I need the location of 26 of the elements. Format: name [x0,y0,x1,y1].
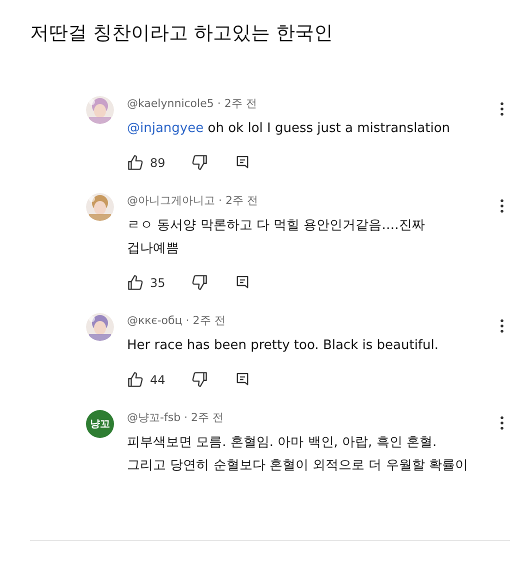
thumbs-up-icon [127,371,144,388]
more-options-icon[interactable] [500,416,504,430]
more-options-icon[interactable] [500,199,504,213]
thumbs-down-icon[interactable] [191,154,208,171]
comment-text: Her race has been pretty too. Black is beautiful. [127,337,440,355]
like-button[interactable]: 44 [127,371,166,388]
like-button[interactable]: 35 [127,274,166,291]
like-button[interactable]: 89 [127,154,166,171]
more-options-icon[interactable] [500,102,504,116]
comment-text: ㄹㅇ 동서양 막론하고 다 먹힐 용안인거같음….진짜 [127,217,426,235]
mention-link[interactable]: @injangyee [127,121,204,136]
comment-text: 그리고 당연히 순혈보다 혼혈이 외적으로 더 우월할 확률이 [127,457,469,475]
comment-author: @kaelynnicole5 · 2주 전 [127,96,258,111]
comment-text: @injangyee oh ok lol I guess just a mistranslation [127,120,452,138]
thumbs-up-icon [127,154,144,171]
comment-author: @아니그게아니고 · 2주 전 [127,193,259,208]
thumbs-up-icon [127,274,144,291]
comment-text: 피부색보면 모름. 혼혈임. 아마 백인, 아랍, 흑인 혼혈. [127,434,438,452]
more-options-icon[interactable] [500,319,504,333]
thumbs-down-icon[interactable] [191,274,208,291]
comment-author: @냥꼬-fsb · 2주 전 [127,410,225,425]
post-title: 저딴걸 칭찬이라고 하고있는 한국인 [30,21,334,46]
comment-text: 겁나예쁨 [127,240,180,258]
thumbs-down-icon[interactable] [191,371,208,388]
comment-author: @ккє-обц · 2주 전 [127,313,226,328]
avatar[interactable]: 냥꼬 [86,410,114,438]
